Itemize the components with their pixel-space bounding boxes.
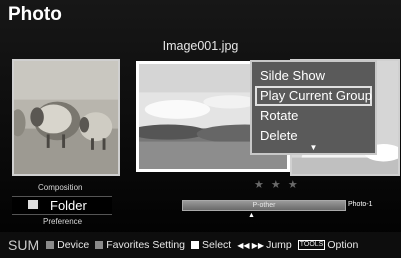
favorites-setting-label: Favorites Setting <box>106 239 186 251</box>
option-label: Option <box>327 239 359 251</box>
option-hint[interactable]: TOOLS Option <box>297 239 359 251</box>
jump-label: Jump <box>266 239 292 251</box>
file-name: Image001.jpg <box>162 39 239 53</box>
sheep-photo <box>14 61 118 174</box>
timeline-pointer-icon: ▲ <box>248 212 255 219</box>
sort-mode-next[interactable]: Preference <box>43 217 82 226</box>
group-timeline[interactable]: P-other <box>182 200 346 211</box>
menu-item-rotate[interactable]: Rotate <box>255 106 372 126</box>
sort-mode-selector[interactable]: Folder <box>12 196 112 215</box>
jump-hint[interactable]: ◀◀ ▶▶ Jump <box>237 239 292 251</box>
app-title: Photo <box>8 4 62 25</box>
select-label: Select <box>202 239 232 251</box>
sum-label: SUM <box>8 237 40 253</box>
context-menu: Silde Show Play Current Group Rotate Del… <box>250 60 377 155</box>
timeline-end-label: Photo-1 <box>348 201 373 208</box>
grey-key-icon <box>95 241 104 249</box>
favorites-setting-hint[interactable]: Favorites Setting <box>95 239 185 251</box>
photo-browser-screen: Photo Image001.jpg Silde Show Play Curre… <box>0 0 401 258</box>
bottom-help-bar: SUM Device Favorites Setting Select ◀◀ ▶… <box>0 232 401 258</box>
device-label: Device <box>57 239 90 251</box>
folder-icon <box>28 200 38 209</box>
rating-stars: ★ ★ ★ <box>254 179 300 191</box>
grey-key-icon <box>46 241 55 249</box>
scroll-down-icon[interactable]: ▼ <box>252 143 375 152</box>
menu-item-slide-show[interactable]: Silde Show <box>255 66 372 86</box>
thumbnail-previous[interactable] <box>12 59 120 176</box>
sort-mode-current: Folder <box>50 198 87 213</box>
menu-item-play-current-group[interactable]: Play Current Group <box>255 86 372 106</box>
timeline-group-label: P-other <box>252 202 276 209</box>
device-hint[interactable]: Device <box>46 239 89 251</box>
select-hint[interactable]: Select <box>191 239 231 251</box>
skip-arrows-icon: ◀◀ ▶▶ <box>237 240 265 250</box>
white-key-icon <box>191 241 200 249</box>
sort-mode-previous[interactable]: Composition <box>38 183 82 192</box>
tools-key-icon: TOOLS <box>297 240 326 250</box>
